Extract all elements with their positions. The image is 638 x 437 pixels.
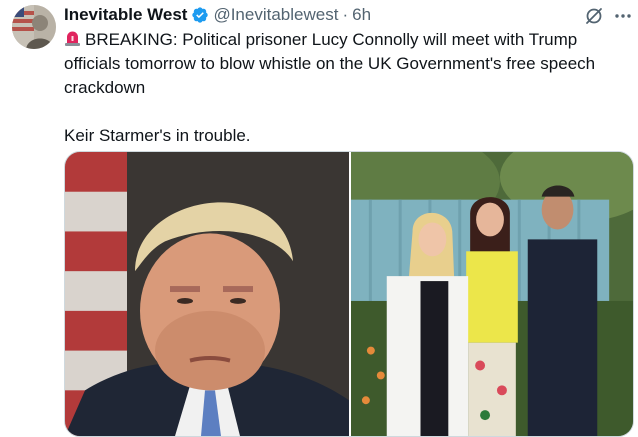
author-display-name[interactable]: Inevitable West: [64, 5, 187, 25]
tweet-timestamp[interactable]: 6h: [352, 5, 371, 25]
media-photo-portrait[interactable]: [65, 152, 349, 436]
verified-badge-icon[interactable]: [191, 6, 209, 24]
media-photo-group[interactable]: [351, 152, 633, 436]
header-separator: ·: [342, 5, 349, 24]
group-photo-icon: [351, 152, 633, 436]
avatar[interactable]: [12, 5, 56, 49]
author-handle[interactable]: @Inevitablewest: [213, 5, 338, 25]
tweet-media: [64, 151, 634, 437]
rotating-light-emoji-icon: [64, 30, 81, 47]
tweet-body-line-1: BREAKING: Political prisoner Lucy Connol…: [64, 30, 596, 97]
grok-icon[interactable]: [584, 6, 604, 26]
tweet-text: BREAKING: Political prisoner Lucy Connol…: [64, 28, 624, 148]
portrait-photo-icon: [65, 152, 349, 436]
more-icon[interactable]: [612, 6, 634, 26]
tweet-header: Inevitable West @Inevitablewest · 6h: [64, 4, 578, 26]
tweet-body-line-2: Keir Starmer's in trouble.: [64, 126, 251, 145]
